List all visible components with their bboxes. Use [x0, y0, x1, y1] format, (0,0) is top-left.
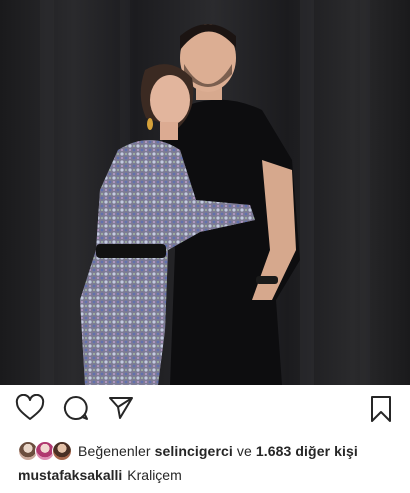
- likes-summary: Beğenenler selincigerci ve 1.683 diğer k…: [18, 440, 358, 462]
- likes-prefix: Beğenenler: [78, 443, 151, 459]
- likes-connector: ve: [236, 443, 252, 459]
- caption-username-link[interactable]: mustafaksakalli: [18, 467, 122, 483]
- photo-illustration: [40, 0, 370, 385]
- post-caption: mustafaksakalli Kraliçem: [18, 467, 182, 483]
- liker-username-link[interactable]: selincigerci: [155, 443, 233, 459]
- liker-avatars[interactable]: [18, 441, 74, 461]
- post-photo[interactable]: [0, 0, 410, 385]
- heart-icon[interactable]: [15, 394, 45, 422]
- paper-plane-icon[interactable]: [107, 394, 135, 422]
- action-bar: [0, 392, 410, 428]
- bookmark-icon[interactable]: [368, 394, 394, 424]
- likes-count-link[interactable]: 1.683 diğer kişi: [256, 443, 358, 459]
- comment-icon[interactable]: [62, 394, 90, 422]
- avatar: [52, 441, 72, 461]
- caption-text: Kraliçem: [127, 467, 182, 483]
- likes-text: Beğenenler selincigerci ve 1.683 diğer k…: [78, 443, 358, 459]
- instagram-post: Beğenenler selincigerci ve 1.683 diğer k…: [0, 0, 410, 493]
